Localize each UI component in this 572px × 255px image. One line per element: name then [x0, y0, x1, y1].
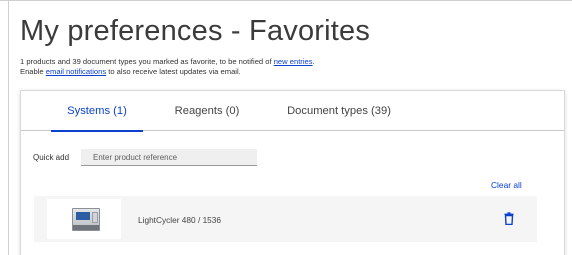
quick-add-label: Quick add: [33, 153, 70, 162]
intro-line-2-text: to also receive latest updates via email…: [106, 66, 241, 76]
tab-document-types[interactable]: Document types (39): [279, 91, 399, 131]
tab-reagents[interactable]: Reagents (0): [169, 91, 245, 131]
email-notifications-link[interactable]: email notifications: [46, 67, 106, 76]
instrument-screen: [76, 212, 90, 220]
clear-all-button[interactable]: Clear all: [491, 180, 522, 190]
intro-text: 1 products and 39 document types you mar…: [20, 57, 315, 76]
instrument-panel: [92, 212, 98, 223]
page-left-border: [8, 0, 9, 255]
favorites-card: Systems (1) Reagents (0) Document types …: [20, 90, 565, 255]
instrument-base: [73, 225, 99, 230]
page-top-border: [0, 0, 572, 1]
product-image: [47, 199, 121, 239]
intro-line-1-text: 1 products and 39 document types you mar…: [20, 57, 274, 66]
tab-systems[interactable]: Systems (1): [51, 91, 143, 132]
page-title: My preferences - Favorites: [20, 15, 371, 47]
intro-line-2: Enable email notifications to also recei…: [20, 67, 315, 77]
product-row: LightCycler 480 / 1536: [34, 196, 537, 242]
intro-line-1-end: .: [312, 57, 315, 66]
trash-icon[interactable]: [504, 212, 514, 225]
product-name: LightCycler 480 / 1536: [138, 215, 222, 225]
intro-line-1: 1 products and 39 document types you mar…: [20, 57, 315, 67]
quick-add-input[interactable]: [81, 149, 257, 166]
favorites-tabs: Systems (1) Reagents (0) Document types …: [21, 91, 564, 132]
intro-line-2-start: Enable: [20, 66, 46, 76]
instrument-graphic: [72, 208, 100, 231]
new-entries-link[interactable]: new entries: [274, 57, 313, 66]
